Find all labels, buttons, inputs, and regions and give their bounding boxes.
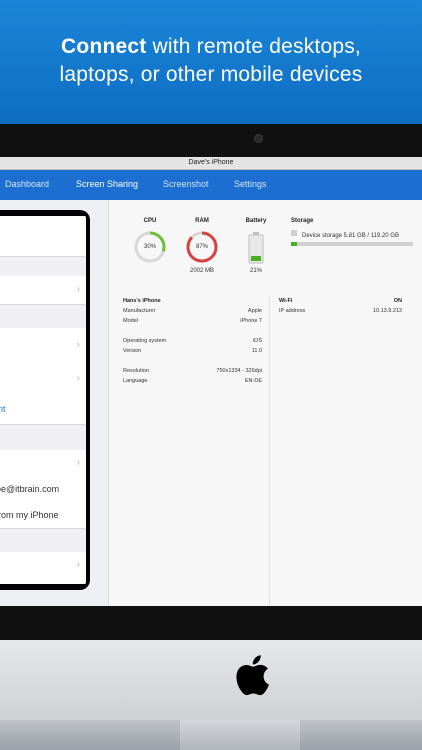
chevron-right-icon: ›: [76, 559, 80, 570]
tab-screenshot[interactable]: Screenshot: [163, 179, 209, 189]
storage-label: Storage: [291, 218, 314, 224]
phone-list-item[interactable]: oe@itbrain.com: [0, 476, 86, 503]
screen-sharing-panel: › › › nt › oe@itbrain.com rom my iPhone …: [0, 200, 109, 606]
phone-list-item[interactable]: nt: [0, 396, 86, 425]
apple-logo-icon: [236, 655, 269, 696]
storage-bar-fill: [291, 242, 297, 246]
promo-headline-line-2: laptops, or other mobile devices: [59, 63, 363, 86]
main-nav: Dashboard Screen Sharing Screenshot Sett…: [0, 170, 422, 200]
phone-list-item[interactable]: ›: [0, 362, 86, 397]
chevron-right-icon: ›: [76, 339, 80, 350]
tab-screen-sharing[interactable]: Screen Sharing: [76, 179, 138, 189]
device-name: Hans's iPhone: [123, 298, 161, 304]
info-value: Apple: [247, 308, 262, 314]
phone-list-item[interactable]: rom my iPhone: [0, 502, 86, 529]
phone-signature-text: rom my iPhone: [0, 510, 59, 520]
info-label: Language: [123, 378, 148, 384]
info-label: Model: [123, 318, 138, 324]
phone-frame: › › › nt › oe@itbrain.com rom my iPhone …: [0, 210, 90, 590]
phone-list-item[interactable]: ›: [0, 276, 86, 305]
info-label: Manufacturer: [123, 308, 156, 314]
chevron-right-icon: ›: [76, 373, 80, 384]
battery-value: 21%: [249, 268, 262, 274]
camera-icon: [254, 134, 263, 143]
tab-dashboard[interactable]: Dashboard: [5, 179, 49, 189]
ram-value: 87%: [195, 244, 208, 250]
phone-list-item[interactable]: ›: [0, 328, 86, 363]
ip-value: 10.13.9.213: [372, 308, 402, 314]
wifi-status: ON: [393, 298, 402, 304]
info-label: Version: [123, 348, 142, 354]
ip-label: IP address: [279, 308, 306, 314]
battery-icon: [248, 232, 264, 264]
battery-label: Battery: [245, 218, 267, 224]
phone-email-text: oe@itbrain.com: [0, 484, 60, 494]
storage-detail: Device storage 5.81 GB / 119.20 GB: [302, 233, 399, 239]
info-value: iOS: [252, 338, 262, 344]
info-value: iPhone 7: [240, 318, 262, 324]
phone-link-text: nt: [0, 404, 6, 414]
phone-screen[interactable]: › › › nt › oe@itbrain.com rom my iPhone …: [0, 216, 86, 584]
chevron-right-icon: ›: [76, 284, 80, 295]
promo-headline-line-1: Connect with remote desktops,: [61, 35, 361, 58]
info-label: Resolution: [123, 368, 149, 374]
promo-banner: Connect with remote desktops, laptops, o…: [0, 0, 422, 124]
wifi-title: Wi-Fi: [279, 298, 293, 304]
device-dashboard: CPU 30% RAM 87% 2002 MB Battery 21% Stor…: [109, 200, 422, 606]
phone-list-item[interactable]: [0, 578, 86, 584]
monitor-chin: [0, 640, 422, 720]
monitor-bottom-bezel: [0, 606, 422, 640]
info-value: EN-DE: [244, 378, 262, 384]
content-area: › › › nt › oe@itbrain.com rom my iPhone …: [0, 200, 422, 606]
column-divider: [269, 296, 270, 606]
phone-list-item[interactable]: ›: [0, 450, 86, 477]
window-title: Dave's iPhone: [0, 157, 422, 170]
cpu-value: 30%: [143, 244, 156, 250]
storage-legend-swatch: [291, 230, 297, 236]
info-value: 11.0: [251, 348, 262, 354]
tab-settings[interactable]: Settings: [234, 179, 267, 189]
cpu-label: CPU: [143, 218, 157, 224]
phone-list-item[interactable]: ›: [0, 552, 86, 579]
ram-usage: 2002 MB: [189, 268, 214, 274]
phone-header: [0, 216, 86, 257]
storage-bar: [291, 242, 413, 246]
info-label: Operating system: [123, 338, 167, 344]
ram-label: RAM: [195, 218, 209, 224]
chevron-right-icon: ›: [76, 457, 80, 468]
monitor-stand: [180, 720, 300, 750]
monitor-bezel: [0, 124, 422, 160]
info-value: 750x1334 - 326dpi: [216, 368, 262, 374]
